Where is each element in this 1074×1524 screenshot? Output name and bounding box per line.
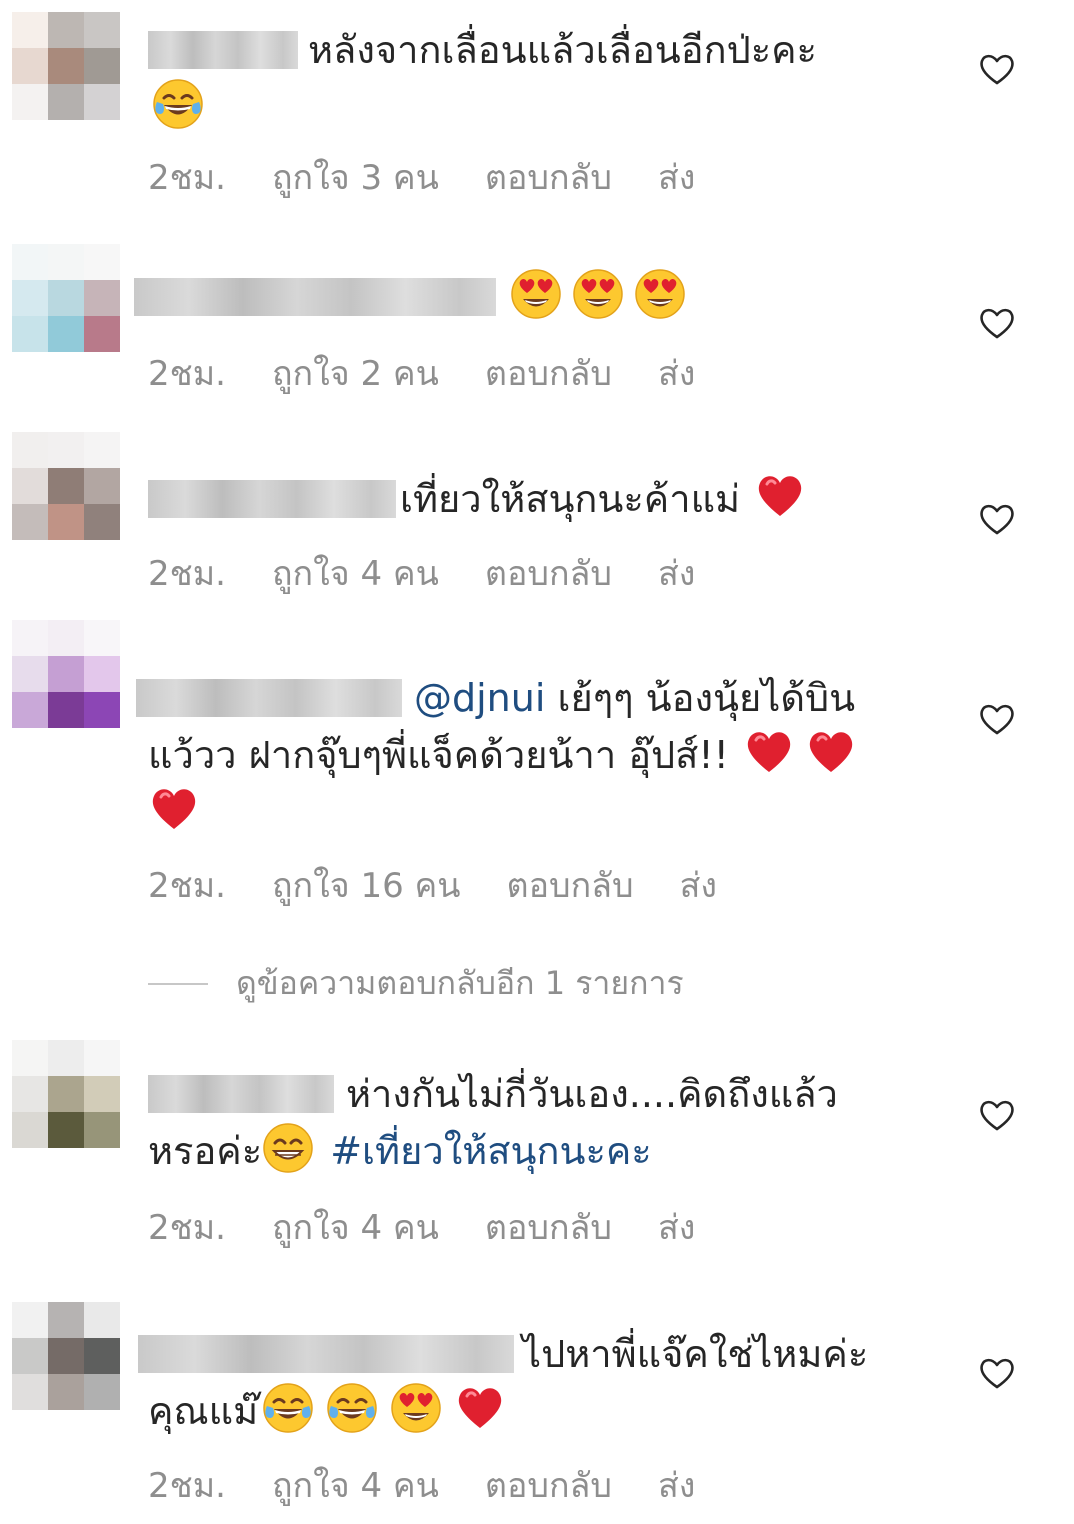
reply-button[interactable]: ตอบกลับ bbox=[485, 346, 612, 400]
comment-text: @djnui เย้ๆๆ น้องนุ้ยได้บิน แว้วว ฝากจุ๊… bbox=[136, 670, 938, 840]
like-heart-outline-icon[interactable] bbox=[978, 52, 1016, 86]
comment-text: เที่ยวให้สนุกนะค้าแม่ bbox=[148, 470, 938, 527]
avatar[interactable] bbox=[12, 1040, 120, 1148]
like-count[interactable]: ถูกใจ 4 คน bbox=[272, 1458, 439, 1512]
comment-meta: 2ชม. ถูกใจ 3 คน ตอบกลับ ส่ง bbox=[148, 150, 741, 204]
view-replies-button[interactable]: ดูข้อความตอบกลับอีก 1 รายการ bbox=[148, 958, 684, 1009]
username[interactable] bbox=[134, 278, 496, 316]
heart-eyes-icon bbox=[573, 269, 623, 319]
send-button[interactable]: ส่ง bbox=[658, 1200, 695, 1254]
like-heart-outline-icon[interactable] bbox=[978, 502, 1016, 536]
comment-text bbox=[134, 268, 938, 325]
comment-meta: 2ชม. ถูกใจ 16 คน ตอบกลับ ส่ง bbox=[148, 858, 763, 912]
red-heart-icon bbox=[746, 730, 792, 774]
comment-body: แว้วว ฝากจุ๊บๆพี่แจ็คด้วยน้าา อุ๊ปส์!! bbox=[148, 733, 729, 777]
send-button[interactable]: ส่ง bbox=[680, 858, 717, 912]
timestamp: 2ชม. bbox=[148, 554, 226, 594]
like-heart-outline-icon[interactable] bbox=[978, 702, 1016, 736]
comment-body: เย้ๆๆ น้องนุ้ยได้บิน bbox=[557, 676, 856, 720]
reply-button[interactable]: ตอบกลับ bbox=[485, 1200, 612, 1254]
divider bbox=[148, 982, 208, 985]
face-with-tears-of-joy-icon bbox=[152, 78, 204, 130]
like-heart-outline-icon[interactable] bbox=[978, 1356, 1016, 1390]
timestamp: 2ชม. bbox=[148, 354, 226, 394]
timestamp: 2ชม. bbox=[148, 1208, 226, 1248]
comment-meta: 2ชม. ถูกใจ 4 คน ตอบกลับ ส่ง bbox=[148, 546, 741, 600]
reply-button[interactable]: ตอบกลับ bbox=[485, 546, 612, 600]
reply-button[interactable]: ตอบกลับ bbox=[485, 150, 612, 204]
comment-text: หลังจากเลื่อนแล้วเลื่อนอีกป่ะคะ bbox=[148, 22, 938, 135]
comment-meta: 2ชม. ถูกใจ 4 คน ตอบกลับ ส่ง bbox=[148, 1458, 741, 1512]
reply-button[interactable]: ตอบกลับ bbox=[485, 1458, 612, 1512]
view-replies-label: ดูข้อความตอบกลับอีก 1 รายการ bbox=[236, 964, 684, 1002]
reply-button[interactable]: ตอบกลับ bbox=[507, 858, 634, 912]
avatar[interactable] bbox=[12, 620, 120, 728]
face-with-tears-of-joy-icon bbox=[262, 1382, 314, 1434]
username[interactable] bbox=[136, 679, 402, 717]
red-heart-icon bbox=[808, 730, 854, 774]
avatar[interactable] bbox=[12, 244, 120, 352]
face-with-tears-of-joy-icon bbox=[326, 1382, 378, 1434]
username[interactable] bbox=[138, 1335, 514, 1373]
like-heart-outline-icon[interactable] bbox=[978, 306, 1016, 340]
heart-eyes-icon bbox=[635, 269, 685, 319]
avatar[interactable] bbox=[12, 12, 120, 120]
send-button[interactable]: ส่ง bbox=[658, 546, 695, 600]
like-count[interactable]: ถูกใจ 4 คน bbox=[272, 546, 439, 600]
red-heart-icon bbox=[757, 474, 803, 518]
comment-body: ห่างกันไม่กี่วันเอง....คิดถึงแล้ว bbox=[346, 1072, 838, 1116]
comment-body: ไปหาพี่แจ๊คใช่ไหมค่ะ bbox=[522, 1332, 869, 1376]
comment-meta: 2ชม. ถูกใจ 2 คน ตอบกลับ ส่ง bbox=[148, 346, 741, 400]
timestamp: 2ชม. bbox=[148, 158, 226, 198]
grinning-face-icon bbox=[262, 1122, 314, 1174]
send-button[interactable]: ส่ง bbox=[658, 150, 695, 204]
send-button[interactable]: ส่ง bbox=[658, 1458, 695, 1512]
comment-body: คุณแม๊ bbox=[148, 1389, 259, 1433]
timestamp: 2ชม. bbox=[148, 1466, 226, 1506]
avatar[interactable] bbox=[12, 1302, 120, 1410]
comment-body: หรอค่ะ bbox=[148, 1129, 263, 1173]
red-heart-icon bbox=[457, 1386, 503, 1430]
like-count[interactable]: ถูกใจ 3 คน bbox=[272, 150, 439, 204]
username[interactable] bbox=[148, 31, 298, 69]
username[interactable] bbox=[148, 480, 396, 518]
comment-meta: 2ชม. ถูกใจ 4 คน ตอบกลับ ส่ง bbox=[148, 1200, 741, 1254]
like-count[interactable]: ถูกใจ 4 คน bbox=[272, 1200, 439, 1254]
heart-eyes-icon bbox=[511, 269, 561, 319]
red-heart-icon bbox=[151, 787, 197, 831]
hashtag-link[interactable]: #เที่ยวให้สนุกนะคะ bbox=[330, 1129, 651, 1173]
timestamp: 2ชม. bbox=[148, 866, 226, 906]
comment-body: หลังจากเลื่อนแล้วเลื่อนอีกป่ะคะ bbox=[308, 28, 817, 72]
like-heart-outline-icon[interactable] bbox=[978, 1098, 1016, 1132]
send-button[interactable]: ส่ง bbox=[658, 346, 695, 400]
mention-link[interactable]: @djnui bbox=[414, 676, 545, 720]
username[interactable] bbox=[148, 1075, 334, 1113]
like-count[interactable]: ถูกใจ 2 คน bbox=[272, 346, 439, 400]
avatar[interactable] bbox=[12, 432, 120, 540]
comment-text: ห่างกันไม่กี่วันเอง....คิดถึงแล้ว หรอค่ะ… bbox=[148, 1066, 938, 1179]
comment-body: เที่ยวให้สนุกนะค้าแม่ bbox=[400, 477, 741, 521]
comment-text: ไปหาพี่แจ๊คใช่ไหมค่ะ คุณแม๊ bbox=[138, 1326, 938, 1439]
heart-eyes-icon bbox=[391, 1383, 441, 1433]
like-count[interactable]: ถูกใจ 16 คน bbox=[272, 858, 461, 912]
